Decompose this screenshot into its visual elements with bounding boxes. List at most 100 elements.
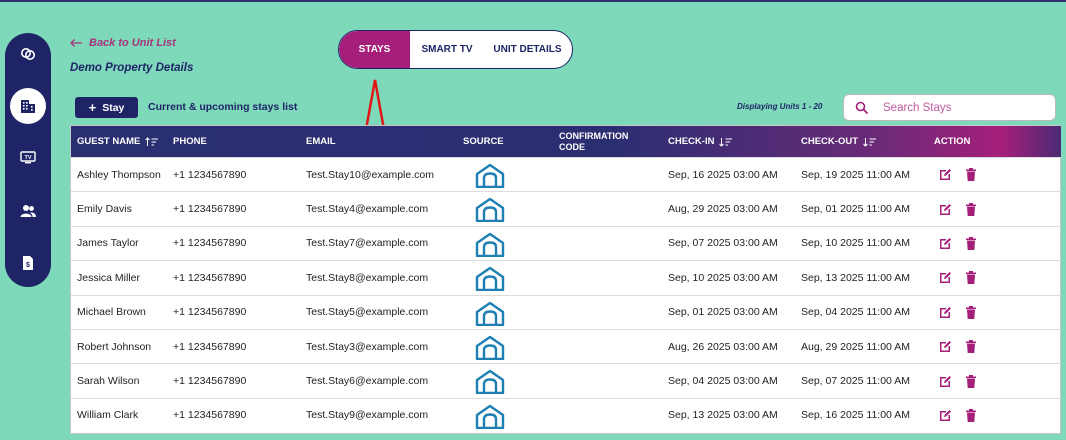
billing-document-icon: $: [23, 256, 33, 270]
trash-icon: [966, 236, 976, 250]
plus-icon: +: [88, 99, 97, 115]
guest-name-cell: Michael Brown: [77, 306, 146, 319]
check-out-cell: Sep, 10 2025 11:00 AM: [801, 237, 910, 250]
home-outline-icon: [475, 198, 505, 223]
tab-unit-details[interactable]: UNIT DETAILS: [484, 31, 571, 68]
table-row[interactable]: Emily Davis +1 1234567890 Test.Stay4@exa…: [71, 191, 1061, 225]
edit-button[interactable]: [939, 330, 952, 363]
delete-button[interactable]: [965, 399, 977, 432]
trash-icon: [966, 305, 976, 319]
table-row[interactable]: Sarah Wilson +1 1234567890 Test.Stay6@ex…: [71, 363, 1061, 397]
search-box: [843, 94, 1056, 121]
tab-stays[interactable]: STAYS: [339, 31, 410, 68]
email-cell: Test.Stay7@example.com: [306, 237, 429, 250]
column-email: EMAIL: [306, 136, 336, 147]
check-out-cell: Sep, 16 2025 11:00 AM: [801, 409, 910, 422]
table-row[interactable]: Michael Brown +1 1234567890 Test.Stay5@e…: [71, 294, 1061, 329]
back-link-label: Back to Unit List: [89, 37, 176, 49]
sort-icon: [145, 136, 159, 146]
home-outline-icon: [475, 370, 505, 395]
column-check-in[interactable]: CHECK-IN: [668, 126, 733, 157]
delete-button[interactable]: [965, 296, 977, 329]
table-row[interactable]: William Clark +1 1234567890 Test.Stay9@e…: [71, 397, 1061, 432]
users-icon: [20, 205, 36, 217]
edit-button[interactable]: [939, 261, 952, 294]
home-outline-icon: [475, 404, 505, 429]
table-row[interactable]: Robert Johnson +1 1234567890 Test.Stay3@…: [71, 329, 1061, 363]
email-cell: Test.Stay9@example.com: [306, 409, 429, 422]
sort-icon: [719, 137, 733, 147]
phone-cell: +1 1234567890: [173, 340, 247, 353]
table-row[interactable]: Ashley Thompson +1 1234567890 Test.Stay1…: [71, 157, 1061, 191]
trash-icon: [966, 202, 976, 216]
delete-button[interactable]: [965, 227, 977, 260]
top-border: [0, 0, 1066, 2]
tv-icon: TV: [20, 151, 36, 164]
column-source: SOURCE: [463, 136, 504, 147]
home-outline-icon: [475, 232, 505, 257]
edit-icon: [940, 272, 951, 284]
column-action: ACTION: [934, 136, 971, 147]
sidebar: TV $: [5, 33, 51, 287]
sort-icon: [863, 137, 876, 147]
table-header: GUEST NAME PHONE EMAIL SOURCE CONFIRMATI…: [71, 126, 1061, 157]
buildings-icon: [21, 100, 35, 113]
delete-button[interactable]: [965, 330, 977, 363]
sidebar-item-properties[interactable]: [10, 88, 46, 124]
delete-button[interactable]: [965, 261, 977, 294]
email-cell: Test.Stay4@example.com: [306, 203, 429, 216]
sidebar-item-billing[interactable]: $: [10, 245, 46, 281]
edit-icon: [940, 306, 951, 318]
edit-button[interactable]: [939, 227, 952, 260]
home-outline-icon: [475, 266, 505, 292]
link-icon: [21, 48, 35, 60]
check-in-cell: Sep, 07 2025 03:00 AM: [668, 237, 778, 250]
guest-name-cell: Jessica Miller: [77, 271, 141, 284]
column-guest-name[interactable]: GUEST NAME: [77, 126, 159, 157]
column-confirmation-code: CONFIRMATION CODE: [559, 126, 628, 157]
edit-button[interactable]: [939, 364, 952, 397]
column-phone: PHONE: [173, 136, 207, 147]
email-cell: Test.Stay3@example.com: [306, 340, 429, 353]
stays-table: GUEST NAME PHONE EMAIL SOURCE CONFIRMATI…: [70, 125, 1061, 434]
table-row[interactable]: James Taylor +1 1234567890 Test.Stay7@ex…: [71, 225, 1061, 260]
phone-cell: +1 1234567890: [173, 237, 247, 250]
email-cell: Test.Stay5@example.com: [306, 306, 429, 319]
search-icon: [855, 101, 869, 114]
tab-smart-tv[interactable]: SMART TV: [410, 31, 484, 68]
home-outline-icon: [475, 301, 505, 326]
check-out-cell: Sep, 01 2025 11:00 AM: [801, 203, 910, 216]
edit-button[interactable]: [939, 158, 952, 191]
check-in-cell: Sep, 10 2025 03:00 AM: [668, 271, 778, 284]
svg-text:TV: TV: [24, 155, 31, 161]
check-in-cell: Aug, 26 2025 03:00 AM: [668, 340, 778, 353]
sidebar-item-link[interactable]: [10, 36, 46, 72]
check-out-cell: Aug, 29 2025 11:00 AM: [801, 340, 910, 353]
delete-button[interactable]: [965, 158, 977, 191]
edit-icon: [940, 169, 951, 181]
back-to-unit-list-link[interactable]: Back to Unit List: [69, 37, 176, 49]
delete-button[interactable]: [965, 192, 977, 225]
search-input[interactable]: [883, 101, 1043, 114]
edit-button[interactable]: [939, 296, 952, 329]
add-stay-label: Stay: [102, 101, 125, 114]
check-out-cell: Sep, 04 2025 11:00 AM: [801, 306, 910, 319]
sidebar-item-users[interactable]: [10, 193, 46, 229]
sidebar-item-tv[interactable]: TV: [10, 139, 46, 175]
edit-icon: [940, 409, 951, 421]
check-in-cell: Sep, 01 2025 03:00 AM: [668, 306, 778, 319]
edit-icon: [940, 341, 951, 353]
arrow-left-icon: [70, 39, 82, 47]
check-out-cell: Sep, 13 2025 11:00 AM: [801, 271, 910, 284]
edit-button[interactable]: [939, 399, 952, 432]
add-stay-button[interactable]: + Stay: [75, 97, 138, 118]
check-out-cell: Sep, 19 2025 11:00 AM: [801, 168, 910, 181]
email-cell: Test.Stay10@example.com: [306, 168, 434, 181]
edit-button[interactable]: [939, 192, 952, 225]
column-check-out[interactable]: CHECK-OUT: [801, 126, 877, 157]
email-cell: Test.Stay8@example.com: [306, 271, 429, 284]
delete-button[interactable]: [965, 364, 977, 397]
table-row[interactable]: Jessica Miller +1 1234567890 Test.Stay8@…: [71, 260, 1061, 294]
guest-name-cell: William Clark: [77, 409, 139, 422]
trash-icon: [966, 168, 976, 182]
